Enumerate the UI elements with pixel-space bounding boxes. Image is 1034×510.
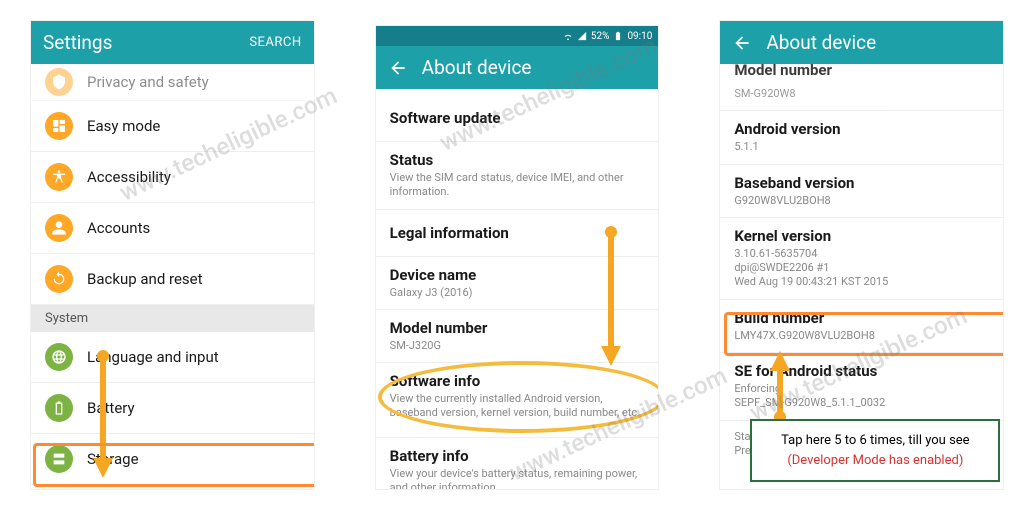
item-software-info[interactable]: Software info View the currently install… bbox=[376, 363, 659, 438]
item-status[interactable]: Status View the SIM card status, device … bbox=[376, 142, 659, 210]
battery-pct: 52% bbox=[591, 31, 610, 42]
item-privacy-safety[interactable]: Privacy and safety bbox=[31, 64, 314, 101]
item-label: Easy mode bbox=[87, 117, 160, 135]
item-backup-reset[interactable]: Backup and reset bbox=[31, 254, 314, 305]
item-sub: Enforcing SEPF_SM-G920W8_5.1.1_0032 bbox=[734, 382, 885, 411]
item-label: Battery info bbox=[390, 447, 469, 465]
item-label: Device name bbox=[390, 266, 477, 284]
item-label: Model number bbox=[390, 319, 488, 337]
wifi-icon bbox=[563, 31, 573, 41]
item-label: Baseband version bbox=[734, 174, 854, 192]
header-title: About device bbox=[422, 56, 647, 79]
item-label: Status bbox=[390, 151, 434, 169]
header-title: About device bbox=[766, 31, 991, 54]
item-label: Software info bbox=[390, 372, 481, 390]
item-android-version[interactable]: Android version 5.1.1 bbox=[720, 111, 1003, 164]
battery-icon bbox=[45, 394, 73, 422]
item-easy-mode[interactable]: Easy mode bbox=[31, 101, 314, 152]
about-panel-2: About device Model number SM-G920W8 Andr… bbox=[719, 20, 1004, 490]
back-icon[interactable] bbox=[388, 58, 408, 78]
status-time: 09:10 bbox=[627, 31, 652, 42]
accessibility-icon bbox=[45, 163, 73, 191]
item-label: Battery bbox=[87, 399, 135, 417]
item-model-number[interactable]: Model number SM-G920W8 bbox=[720, 64, 1003, 111]
easy-mode-icon bbox=[45, 112, 73, 140]
item-accounts[interactable]: Accounts bbox=[31, 203, 314, 254]
callout-line1: Tap here 5 to 6 times, till you see bbox=[768, 431, 982, 451]
item-label: Legal information bbox=[390, 224, 509, 242]
search-action[interactable]: SEARCH bbox=[249, 35, 301, 50]
about-panel-1: 52% 09:10 About device Software update S… bbox=[375, 25, 660, 490]
about-header: About device bbox=[376, 46, 659, 89]
item-software-update[interactable]: Software update bbox=[376, 89, 659, 142]
item-label: Model number bbox=[734, 64, 832, 79]
item-kernel-version[interactable]: Kernel version 3.10.61-5635704 dpi@SWDE2… bbox=[720, 218, 1003, 300]
item-label: Build number bbox=[734, 309, 824, 327]
item-label: Language and input bbox=[87, 348, 219, 366]
item-label: Kernel version bbox=[734, 227, 831, 245]
item-storage[interactable]: Storage bbox=[31, 434, 314, 485]
header-title: Settings bbox=[43, 31, 235, 54]
item-sub: View your device's battery status, remai… bbox=[390, 467, 645, 489]
about-header: About device bbox=[720, 21, 1003, 64]
item-battery[interactable]: Battery bbox=[31, 383, 314, 434]
callout-developer-mode: Tap here 5 to 6 times, till you see (Dev… bbox=[750, 419, 1000, 482]
item-label: Accounts bbox=[87, 219, 150, 237]
back-icon[interactable] bbox=[732, 33, 752, 53]
accounts-icon bbox=[45, 214, 73, 242]
item-sub: View the currently installed Android ver… bbox=[390, 392, 645, 421]
item-model-number[interactable]: Model number SM-J320G bbox=[376, 310, 659, 363]
settings-list: Privacy and safety Easy mode Accessibili… bbox=[31, 64, 314, 489]
item-label: Software update bbox=[390, 109, 501, 127]
item-sub: G920W8VLU2BOH8 bbox=[734, 194, 830, 208]
status-bar: 52% 09:10 bbox=[376, 26, 659, 46]
item-accessibility[interactable]: Accessibility bbox=[31, 152, 314, 203]
item-language-input[interactable]: Language and input bbox=[31, 332, 314, 383]
privacy-icon bbox=[45, 68, 73, 96]
battery-icon bbox=[613, 31, 623, 41]
storage-icon bbox=[45, 445, 73, 473]
item-sub: SM-G920W8 bbox=[734, 87, 795, 101]
about-list: Software update Status View the SIM card… bbox=[376, 89, 659, 489]
item-sub: View the SIM card status, device IMEI, a… bbox=[390, 171, 645, 200]
item-sub: 5.1.1 bbox=[734, 140, 758, 154]
settings-header: Settings SEARCH bbox=[31, 21, 314, 64]
item-baseband-version[interactable]: Baseband version G920W8VLU2BOH8 bbox=[720, 165, 1003, 218]
item-date-time[interactable]: Date and time bbox=[31, 485, 314, 489]
language-icon bbox=[45, 343, 73, 371]
signal-icon bbox=[577, 31, 587, 41]
item-build-number[interactable]: Build number LMY47X.G920W8VLU2BOH8 bbox=[720, 300, 1003, 353]
item-sub: LMY47X.G920W8VLU2BOH8 bbox=[734, 329, 875, 343]
item-label: Privacy and safety bbox=[87, 73, 209, 91]
item-sub: SM-J320G bbox=[390, 339, 441, 353]
item-label: Android version bbox=[734, 120, 840, 138]
callout-line2: (Developer Mode has enabled) bbox=[768, 451, 982, 471]
item-label: Backup and reset bbox=[87, 270, 203, 288]
item-battery-info[interactable]: Battery info View your device's battery … bbox=[376, 438, 659, 489]
system-section-header: System bbox=[31, 305, 314, 332]
item-label: Accessibility bbox=[87, 168, 171, 186]
item-sub: Galaxy J3 (2016) bbox=[390, 286, 473, 300]
item-se-android[interactable]: SE for Android status Enforcing SEPF_SM-… bbox=[720, 353, 1003, 421]
backup-icon bbox=[45, 265, 73, 293]
settings-panel: Settings SEARCH Privacy and safety Easy … bbox=[30, 20, 315, 490]
item-label: SE for Android status bbox=[734, 362, 877, 380]
item-device-name[interactable]: Device name Galaxy J3 (2016) bbox=[376, 257, 659, 310]
item-label: Storage bbox=[87, 450, 139, 468]
item-legal[interactable]: Legal information bbox=[376, 210, 659, 257]
item-sub: 3.10.61-5635704 dpi@SWDE2206 #1 Wed Aug … bbox=[734, 247, 888, 290]
